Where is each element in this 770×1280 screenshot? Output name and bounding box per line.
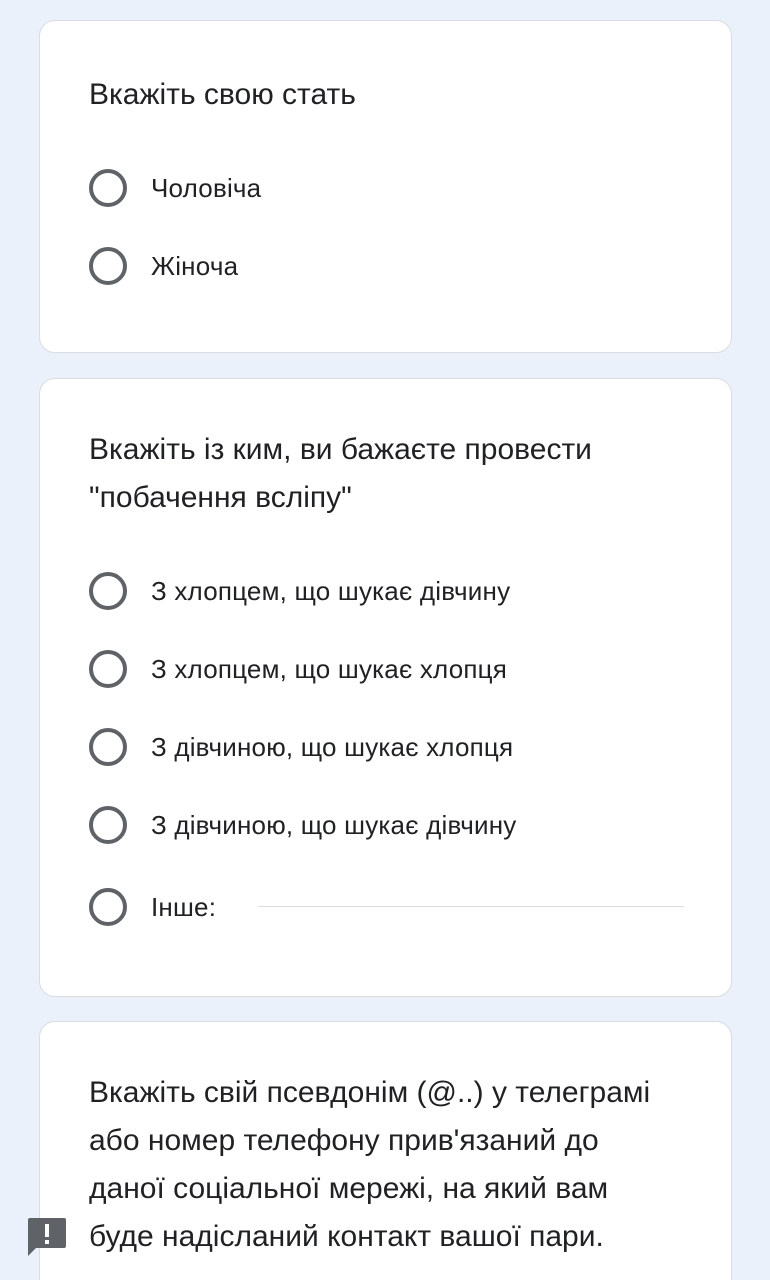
option-label: Чоловіча bbox=[151, 172, 262, 203]
question-title-line: або номер телефону прив'язаний до bbox=[89, 1124, 599, 1157]
question-card-partner: Вкажіть із ким, ви бажаєте провести "поб… bbox=[39, 378, 732, 997]
radio-unchecked-icon[interactable] bbox=[89, 247, 127, 285]
option-male[interactable]: Чоловіча bbox=[89, 168, 261, 208]
radio-unchecked-icon[interactable] bbox=[89, 169, 127, 207]
question-title-line: Вкажіть свій псевдонім (@..) у телеграмі bbox=[89, 1076, 651, 1109]
radio-unchecked-icon[interactable] bbox=[89, 728, 127, 766]
question-title-line: буде надісланий контакт вашої пари. bbox=[89, 1220, 604, 1253]
radio-unchecked-icon[interactable] bbox=[89, 650, 127, 688]
question-card-gender: Вкажіть свою стать Чоловіча Жіноча bbox=[39, 20, 732, 353]
question-title-partner: Вкажіть із ким, ви бажаєте провести "поб… bbox=[89, 426, 691, 522]
option-other[interactable]: Інше: bbox=[89, 887, 216, 927]
option-label: З дівчиною, що шукає хлопця bbox=[151, 731, 514, 762]
radio-unchecked-icon[interactable] bbox=[89, 888, 127, 926]
radio-unchecked-icon[interactable] bbox=[89, 806, 127, 844]
option-label: З дівчиною, що шукає дівчину bbox=[151, 809, 517, 840]
question-title-gender: Вкажіть свою стать bbox=[89, 78, 356, 111]
report-issue-icon[interactable] bbox=[26, 1216, 68, 1258]
option-female[interactable]: Жіноча bbox=[89, 246, 238, 286]
option-boy-seeks-girl[interactable]: З хлопцем, що шукає дівчину bbox=[89, 571, 510, 611]
other-text-input[interactable] bbox=[258, 871, 684, 907]
option-boy-seeks-boy[interactable]: З хлопцем, що шукає хлопця bbox=[89, 649, 507, 689]
option-label: З хлопцем, що шукає дівчину bbox=[151, 575, 511, 606]
option-girl-seeks-girl[interactable]: З дівчиною, що шукає дівчину bbox=[89, 805, 517, 845]
option-label: Жіноча bbox=[151, 250, 239, 281]
question-card-contact: Вкажіть свій псевдонім (@..) у телеграмі… bbox=[39, 1021, 732, 1280]
option-label: З хлопцем, що шукає хлопця bbox=[151, 653, 508, 684]
question-title-contact: Вкажіть свій псевдонім (@..) у телеграмі… bbox=[89, 1069, 691, 1261]
question-title-line: "побачення всліпу" bbox=[89, 481, 352, 514]
question-title-line: Вкажіть із ким, ви бажаєте провести bbox=[89, 433, 592, 466]
radio-unchecked-icon[interactable] bbox=[89, 572, 127, 610]
question-title-line: даної соціальної мережі, на який вам bbox=[89, 1172, 609, 1205]
option-label: Інше: bbox=[151, 891, 217, 922]
option-girl-seeks-boy[interactable]: З дівчиною, що шукає хлопця bbox=[89, 727, 513, 767]
